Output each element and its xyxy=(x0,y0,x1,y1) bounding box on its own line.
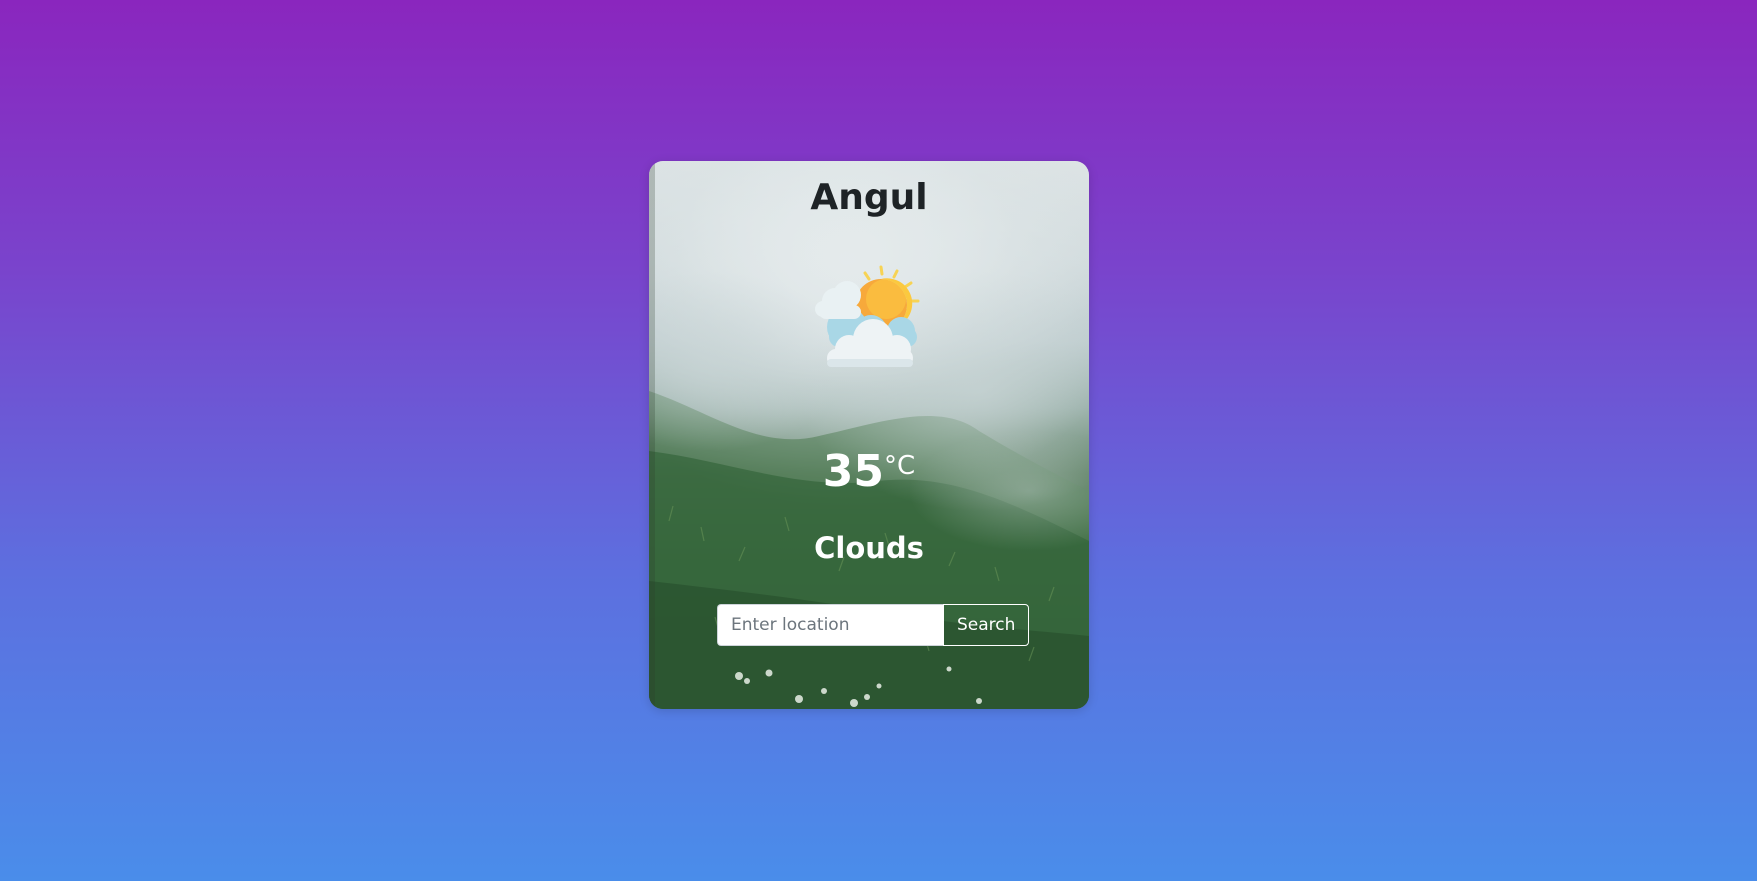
location-input[interactable] xyxy=(717,604,943,646)
temperature-value: 35 xyxy=(822,446,885,497)
city-name: Angul xyxy=(810,177,928,218)
weather-condition: Clouds xyxy=(814,531,924,565)
temperature-unit: °C xyxy=(884,451,916,481)
search-button[interactable]: Search xyxy=(943,604,1030,646)
weather-card: Angul 35°C Clouds Enter location Search xyxy=(649,161,1089,709)
temperature-display: 35°C xyxy=(649,446,1089,497)
sun-behind-clouds-icon xyxy=(809,261,929,371)
location-search-form: Search xyxy=(717,604,1030,646)
